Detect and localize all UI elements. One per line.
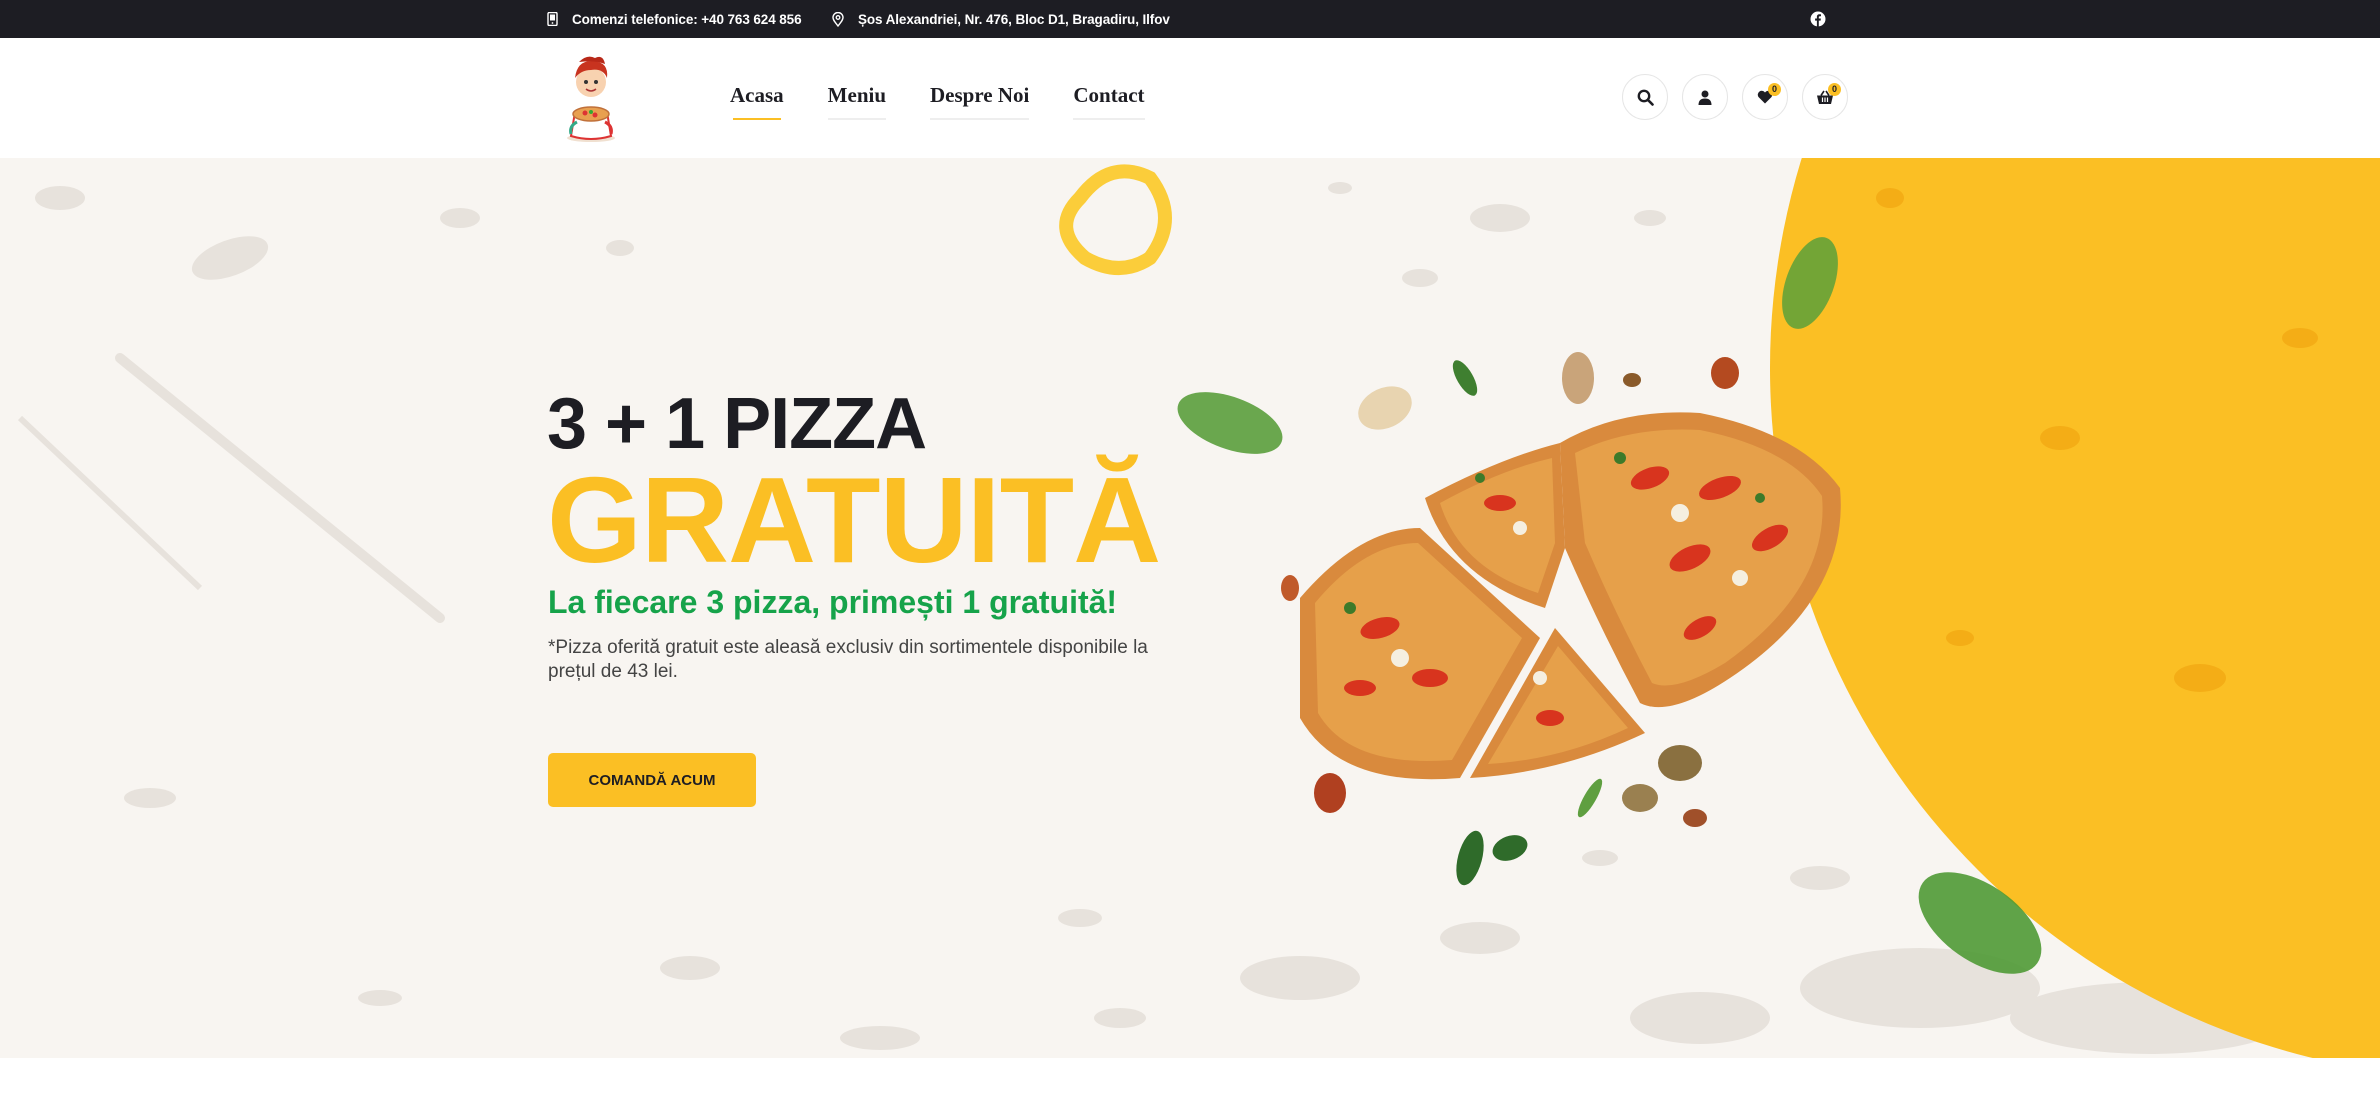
pizza-illustration [1059,164,2042,974]
header-actions: 0 0 [1622,74,1862,120]
basil-leaf-image [1782,237,1838,329]
top-bar: Comenzi telefonice: +40 763 624 856 Șos … [0,0,2380,38]
account-button[interactable] [1682,74,1728,120]
main-nav: Acasa Meniu Despre Noi Contact [730,83,1189,120]
facebook-link[interactable] [1810,9,1840,29]
basil-leaf-image [1177,392,1283,454]
basil-leaf-image [1456,830,1484,886]
search-icon [1637,89,1654,106]
wishlist-button[interactable]: 0 [1742,74,1788,120]
nav-item-meniu[interactable]: Meniu [827,83,887,120]
page-below-hero [0,1058,2380,1095]
cart-count-badge: 0 [1828,83,1841,96]
map-pin-icon [832,11,844,27]
basil-leaf-image [1492,835,1528,861]
phone-icon [547,12,558,26]
pepper-ring-image [1059,164,1172,275]
facebook-icon [1810,11,1826,27]
hero-section: 3 + 1 PIZZA GRATUITĂ La fiecare 3 pizza,… [0,158,2380,1058]
wishlist-count-badge: 0 [1768,83,1781,96]
basil-leaf-image [1577,778,1603,818]
chef-mascot-logo[interactable] [555,52,627,144]
address-info[interactable]: Șos Alexandriei, Nr. 476, Bloc D1, Braga… [832,0,1170,38]
nav-item-contact[interactable]: Contact [1073,83,1145,120]
user-icon [1698,90,1712,105]
address-text: Șos Alexandriei, Nr. 476, Bloc D1, Braga… [858,11,1170,27]
basil-leaf-image [1452,360,1478,396]
nav-item-despre-noi[interactable]: Despre Noi [930,83,1030,120]
main-header: Acasa Meniu Despre Noi Contact 0 0 [0,38,2380,158]
basil-leaf-image [1918,872,2042,974]
search-button[interactable] [1622,74,1668,120]
cart-button[interactable]: 0 [1802,74,1848,120]
pizza-image [1300,412,1841,780]
phone-info[interactable]: Comenzi telefonice: +40 763 624 856 [547,0,802,38]
nav-item-acasa[interactable]: Acasa [730,83,784,120]
phone-text: Comenzi telefonice: +40 763 624 856 [572,11,802,27]
